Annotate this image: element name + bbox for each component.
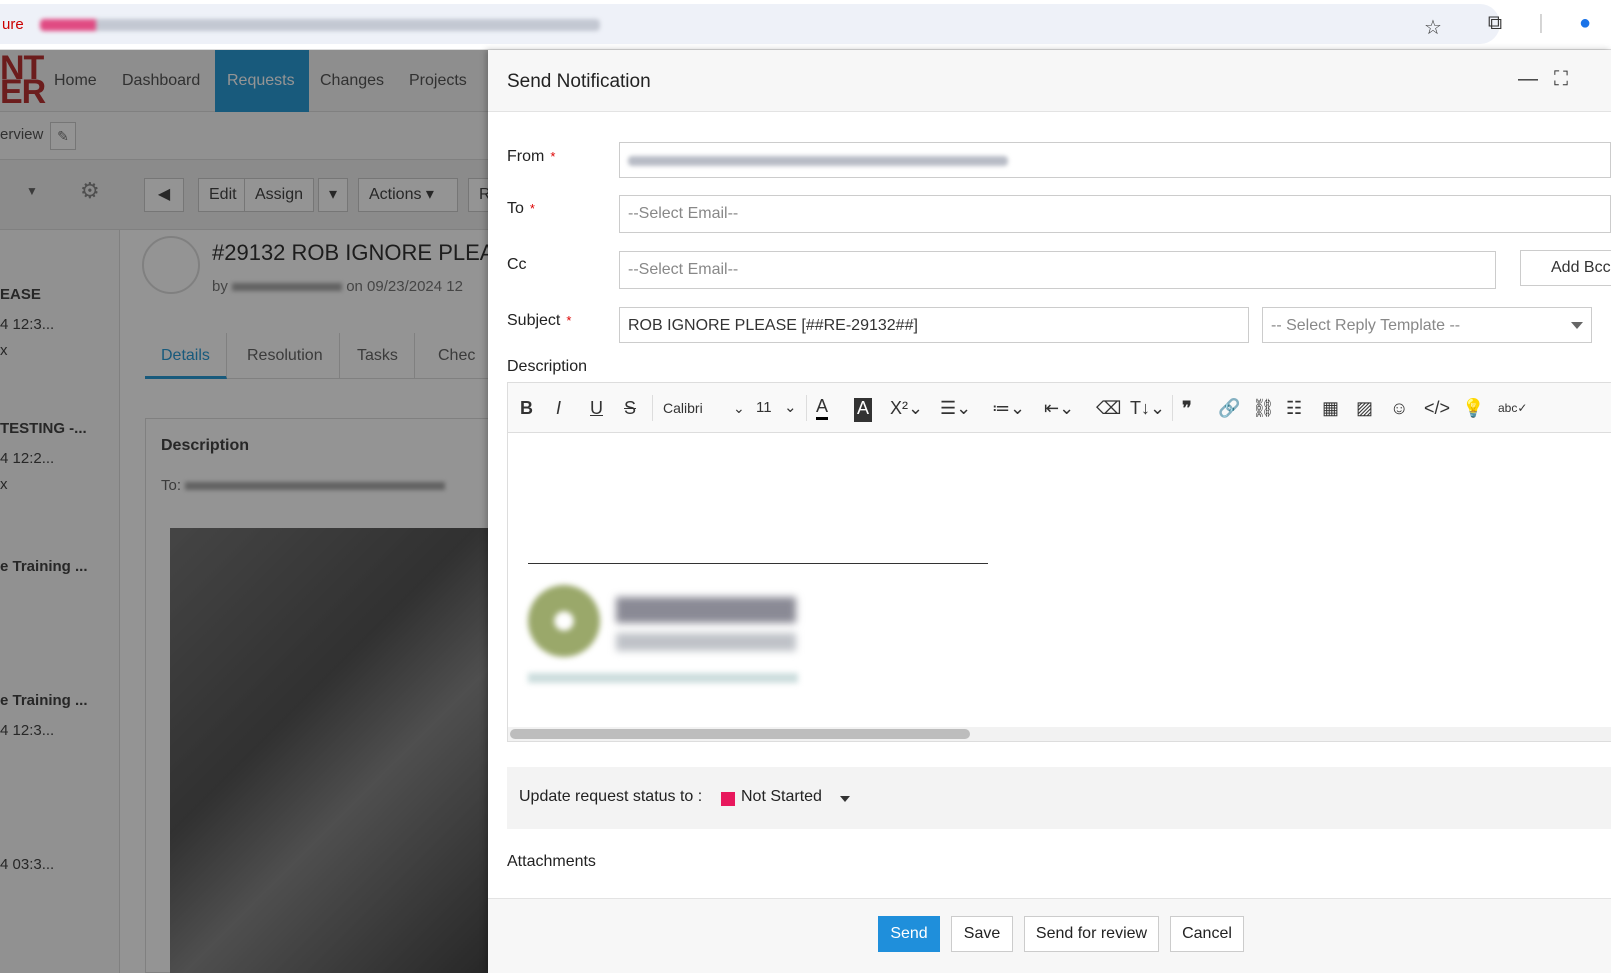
signature-logo [528, 585, 600, 657]
to-label: To * [507, 200, 535, 217]
font-color-icon[interactable]: A [816, 396, 829, 420]
browser-toolbar: ure ☆ ⧉ | ● [0, 0, 1611, 50]
send-for-review-button[interactable]: Send for review [1024, 916, 1159, 952]
toolbar-separator [1172, 395, 1173, 421]
link-icon[interactable]: 🔗 [1218, 396, 1240, 420]
reply-template-select[interactable]: -- Select Reply Template -- [1262, 307, 1592, 343]
highlight-icon[interactable]: A [854, 398, 873, 422]
strikethrough-icon[interactable]: S [624, 396, 636, 420]
emoji-icon[interactable]: ☺ [1390, 396, 1408, 420]
unlink-icon[interactable]: ⛓ [1252, 396, 1275, 420]
bold-icon[interactable]: B [520, 396, 533, 420]
cc-label: Cc [507, 256, 527, 273]
security-indicator[interactable]: ure [0, 14, 24, 36]
toolbar-divider: | [1538, 11, 1544, 34]
modal-backdrop[interactable] [0, 50, 490, 973]
cancel-button[interactable]: Cancel [1170, 916, 1244, 952]
send-notification-dialog: Send Notification — ⛶ From * To * --Select… [488, 50, 1611, 973]
to-field[interactable]: --Select Email-- [619, 195, 1611, 233]
save-button[interactable]: Save [951, 916, 1013, 952]
bookmark-star-icon[interactable]: ☆ [1420, 14, 1446, 40]
horizontal-rule-icon[interactable]: ☷ [1286, 396, 1302, 420]
editor-toolbar: B I U S Calibri ⌄ 11 ⌄ A A X²⌄ ☰⌄ ≔⌄ ⇤⌄ ⌫ … [508, 383, 1611, 433]
attachments-label: Attachments [507, 853, 596, 870]
status-update-row: Update request status to : Not Started [507, 767, 1611, 829]
send-button[interactable]: Send [878, 916, 940, 952]
url-text[interactable] [40, 19, 600, 31]
toolbar-separator [806, 395, 807, 421]
signature-company-name [616, 597, 796, 623]
status-dropdown[interactable]: Not Started [741, 788, 822, 806]
image-icon[interactable]: ▨ [1356, 396, 1373, 420]
signature-divider [528, 563, 988, 564]
signature-tagline [528, 673, 798, 683]
from-field[interactable] [619, 142, 1611, 178]
text-direction-icon[interactable]: T↓⌄ [1130, 396, 1165, 420]
rich-text-editor: B I U S Calibri ⌄ 11 ⌄ A A X²⌄ ☰⌄ ≔⌄ ⇤⌄ ⌫ … [507, 382, 1611, 742]
dialog-footer: Send Save Send for review Cancel [488, 898, 1611, 973]
status-color-swatch [721, 792, 735, 806]
bullet-list-icon[interactable]: ≔⌄ [992, 396, 1025, 420]
lightbulb-icon[interactable]: 💡 [1462, 396, 1484, 420]
signature-company-sub [616, 633, 796, 651]
scrollbar-thumb[interactable] [510, 729, 970, 739]
subject-field[interactable]: ROB IGNORE PLEASE [##RE-29132##] [619, 307, 1249, 343]
underline-icon[interactable]: U [590, 396, 603, 420]
extensions-icon[interactable]: ⧉ [1482, 10, 1508, 36]
profile-icon[interactable]: ● [1572, 10, 1598, 36]
align-icon[interactable]: ☰⌄ [940, 396, 971, 420]
cc-field[interactable]: --Select Email-- [619, 251, 1496, 289]
editor-horizontal-scrollbar[interactable] [508, 727, 1611, 741]
font-size-select[interactable]: 11 ⌄ [756, 396, 800, 420]
minimize-icon[interactable]: — [1518, 68, 1538, 91]
dialog-header: Send Notification — ⛶ [488, 50, 1611, 112]
superscript-icon[interactable]: X²⌄ [890, 396, 923, 420]
font-family-select[interactable]: Calibri ⌄ [663, 396, 748, 420]
spellcheck-icon[interactable]: abc✓ [1498, 396, 1527, 420]
code-icon[interactable]: </> [1424, 396, 1450, 420]
add-bcc-button[interactable]: Add Bcc [1520, 250, 1611, 286]
indent-icon[interactable]: ⇤⌄ [1044, 396, 1074, 420]
caret-down-icon[interactable] [840, 796, 850, 802]
address-bar[interactable]: ure ☆ [0, 4, 1500, 44]
from-label: From * [507, 148, 556, 165]
maximize-icon[interactable]: ⛶ [1554, 68, 1568, 91]
dialog-title: Send Notification [507, 71, 651, 92]
chevron-down-icon [1571, 322, 1583, 329]
description-label: Description [507, 358, 588, 375]
italic-icon[interactable]: I [556, 396, 561, 420]
eraser-icon[interactable]: ⌫ [1096, 396, 1121, 420]
table-icon[interactable]: ▦ [1322, 396, 1339, 420]
status-label: Update request status to : [519, 788, 703, 805]
toolbar-separator [652, 395, 653, 421]
subject-label: Subject * [507, 312, 572, 329]
blockquote-icon[interactable]: ❞ [1182, 396, 1192, 420]
